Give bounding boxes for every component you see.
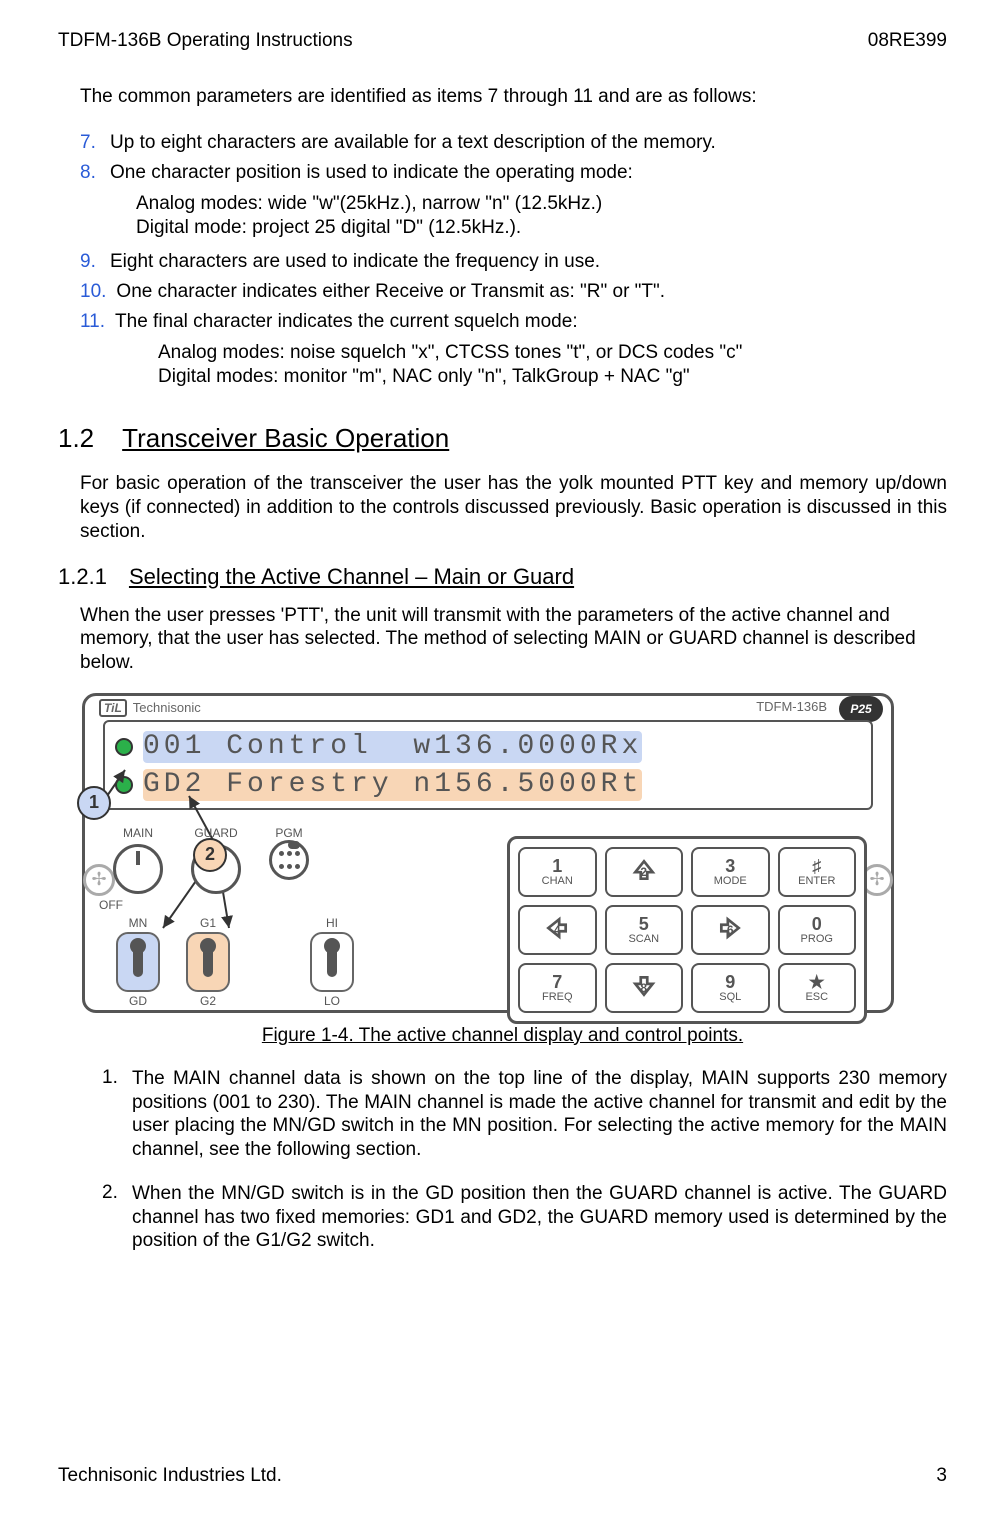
main-knob[interactable]: MAIN OFF: [113, 826, 163, 912]
lo-label: LO: [324, 994, 340, 1008]
param-8-sub-line1: Analog modes: wide "w"(25kHz.), narrow "…: [136, 192, 947, 216]
step-2-num: 2.: [102, 1182, 132, 1253]
param-11-text: The final character indicates the curren…: [115, 311, 947, 333]
pgm-label: PGM: [275, 826, 302, 840]
pgm-connector-icon: [269, 840, 309, 880]
main-knob-label: MAIN: [123, 826, 153, 840]
keypad-key-left[interactable]: 4: [518, 905, 597, 955]
header-right: 08RE399: [868, 30, 947, 52]
lcd-line-2: GD2 Forestry n156.5000Rt: [143, 769, 642, 801]
mn-label: MN: [129, 916, 148, 930]
keypad: 1CHAN23MODE♯ENTER 45SCAN60PROG 7FREQ89SQL★…: [507, 836, 867, 1024]
section-1-2-heading: 1.2 Transceiver Basic Operation: [58, 423, 947, 454]
footer-page-number: 3: [936, 1465, 947, 1487]
section-1-2-1-paragraph: When the user presses 'PTT', the unit wi…: [80, 604, 947, 675]
keypad-key-right[interactable]: 6: [691, 905, 770, 955]
callout-2: 2: [193, 838, 227, 872]
section-1-2-num: 1.2: [58, 423, 94, 454]
keypad-key-mode[interactable]: 3MODE: [691, 847, 770, 897]
section-1-2-1-heading: 1.2.1 Selecting the Active Channel – Main…: [58, 564, 947, 590]
param-10-text: One character indicates either Receive o…: [116, 281, 947, 303]
gd-label: GD: [129, 994, 147, 1008]
section-1-2-1-title: Selecting the Active Channel – Main or G…: [129, 564, 574, 589]
param-8-sub-line2: Digital mode: project 25 digital "D" (12…: [136, 216, 947, 240]
keypad-key-prog[interactable]: 0PROG: [778, 905, 857, 955]
param-9-text: Eight characters are used to indicate th…: [110, 251, 947, 273]
p25-badge: P25: [839, 696, 883, 722]
mn-gd-switch[interactable]: MN GD: [113, 916, 163, 1008]
led-main-icon: [115, 738, 133, 756]
keypad-key-up[interactable]: 2: [605, 847, 684, 897]
param-7-num: 7.: [80, 132, 100, 154]
g2-label: G2: [200, 994, 216, 1008]
intro-paragraph: The common parameters are identified as …: [80, 86, 947, 108]
brand-text: Technisonic: [133, 700, 201, 715]
figure-caption: Figure 1-4. The active channel display a…: [58, 1025, 947, 1047]
param-11-sub-line1: Analog modes: noise squelch "x", CTCSS t…: [158, 341, 947, 365]
brand-area: TiL Technisonic: [99, 699, 201, 717]
keypad-key-chan[interactable]: 1CHAN: [518, 847, 597, 897]
pgm-connector[interactable]: PGM: [269, 826, 309, 880]
keypad-key-sql[interactable]: 9SQL: [691, 963, 770, 1013]
g1-g2-switch[interactable]: G1 G2: [183, 916, 233, 1008]
param-8-num: 8.: [80, 162, 100, 184]
step-1-num: 1.: [102, 1067, 132, 1162]
led-guard-icon: [115, 776, 133, 794]
device-panel: TiL Technisonic TDFM-136B P25 001 Contro…: [82, 693, 894, 1013]
screw-left-icon: ✢: [83, 864, 115, 896]
keypad-key-enter[interactable]: ♯ENTER: [778, 847, 857, 897]
til-logo-icon: TiL: [99, 699, 127, 717]
hi-label: HI: [326, 916, 338, 930]
section-1-2-1-num: 1.2.1: [58, 564, 107, 590]
footer-left: Technisonic Industries Ltd.: [58, 1465, 282, 1487]
knob-icon: [113, 844, 163, 894]
section-1-2-paragraph: For basic operation of the transceiver t…: [80, 472, 947, 543]
keypad-key-scan[interactable]: 5SCAN: [605, 905, 684, 955]
hi-lo-switch[interactable]: HI LO: [307, 916, 357, 1008]
keypad-key-esc[interactable]: ★ESC: [778, 963, 857, 1013]
keypad-key-down[interactable]: 8: [605, 963, 684, 1013]
step-2-text: When the MN/GD switch is in the GD posit…: [132, 1182, 947, 1253]
lcd-line-1: 001 Control w136.0000Rx: [143, 731, 642, 763]
callout-1: 1: [77, 786, 111, 820]
param-11-num: 11.: [80, 311, 105, 333]
figure-1-4: TiL Technisonic TDFM-136B P25 001 Contro…: [82, 693, 947, 1013]
off-label: OFF: [99, 898, 123, 912]
param-8-text: One character position is used to indica…: [110, 162, 947, 184]
param-7-text: Up to eight characters are available for…: [110, 132, 947, 154]
model-text: TDFM-136B: [756, 699, 827, 714]
param-10-num: 10.: [80, 281, 106, 303]
section-1-2-title: Transceiver Basic Operation: [122, 423, 449, 453]
param-9-num: 9.: [80, 251, 100, 273]
step-1-text: The MAIN channel data is shown on the to…: [132, 1067, 947, 1162]
g1-label: G1: [200, 916, 216, 930]
lcd-display: 001 Control w136.0000Rx GD2 Forestry n15…: [103, 720, 873, 810]
param-11-sub-line2: Digital modes: monitor "m", NAC only "n"…: [158, 365, 947, 389]
keypad-key-freq[interactable]: 7FREQ: [518, 963, 597, 1013]
header-left: TDFM-136B Operating Instructions: [58, 30, 353, 52]
guard-knob-label: GUARD: [194, 826, 237, 840]
